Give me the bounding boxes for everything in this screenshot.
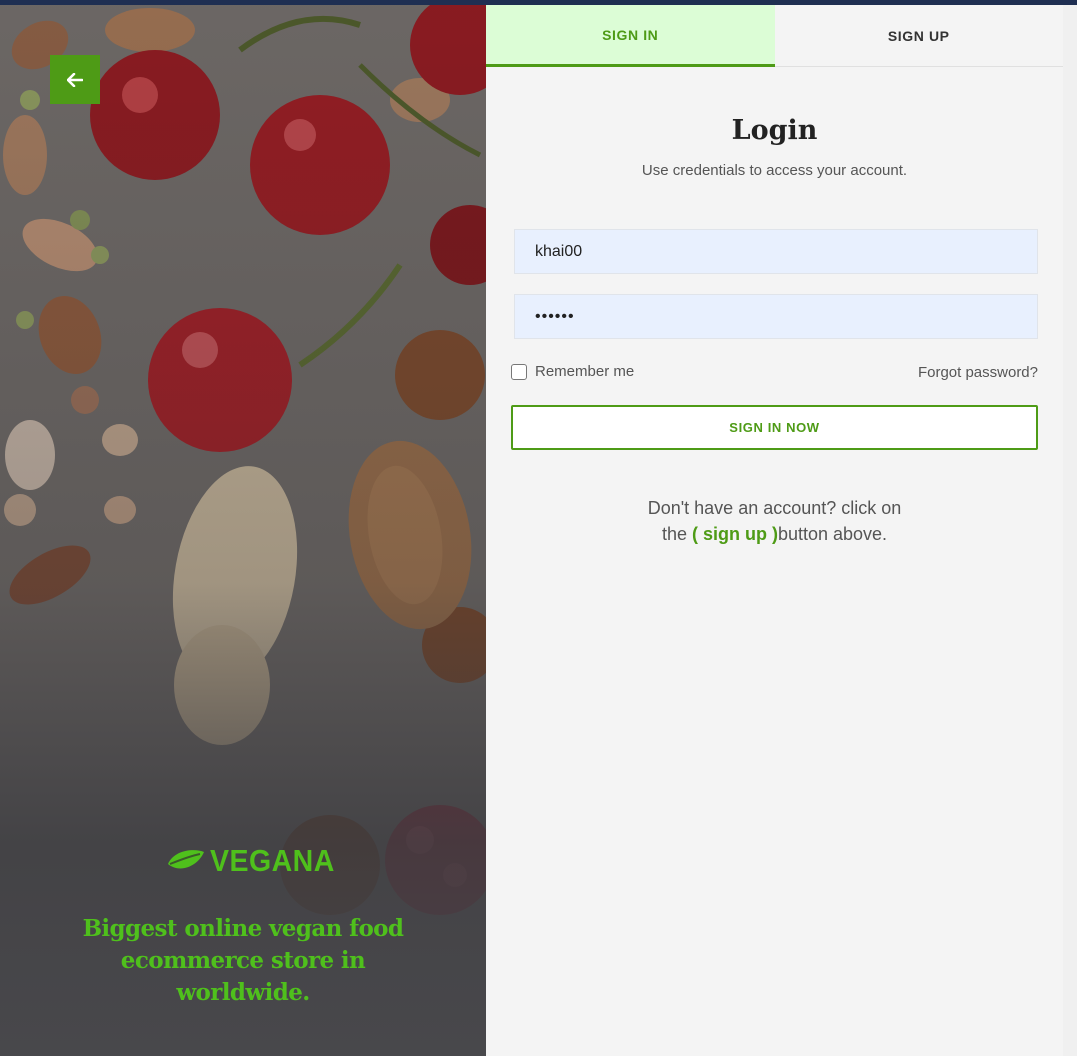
leaf-icon: [168, 850, 204, 869]
sign-in-button[interactable]: SIGN IN NOW: [511, 405, 1038, 450]
hero-overlay: [0, 5, 486, 1056]
signup-note-prefix: the: [661, 524, 692, 544]
signup-note: Don't have an account? click on the ( si…: [486, 495, 1063, 547]
page-title: Login: [731, 115, 818, 146]
password-input[interactable]: [514, 294, 1038, 339]
scrollbar-track[interactable]: [1063, 5, 1077, 1056]
arrow-left-icon: [67, 72, 83, 87]
auth-tabs: SIGN IN SIGN UP: [486, 5, 1063, 67]
signup-note-suffix: button above.: [777, 524, 888, 544]
auth-panel: SIGN IN SIGN UP Login Use credentials to…: [486, 5, 1063, 1056]
signup-note-line1: Don't have an account? click on: [647, 498, 902, 518]
hero-tagline: Biggest online vegan food ecommerce stor…: [82, 915, 404, 1006]
signup-note-line2: the ( sign up )button above.: [486, 521, 1063, 547]
sign-up-link[interactable]: ( sign up ): [692, 524, 778, 544]
forgot-password-link[interactable]: Forgot password?: [918, 364, 1038, 381]
remember-me-checkbox[interactable]: [511, 363, 527, 380]
hero-panel: VEGANA Biggest online vegan food ecommer…: [0, 5, 486, 1056]
remember-me-label: Remember me: [535, 363, 635, 380]
page-subtitle: Use credentials to access your account.: [641, 162, 908, 179]
tab-sign-up[interactable]: SIGN UP: [775, 5, 1064, 67]
logo-text: VEGANA: [210, 843, 335, 878]
tab-sign-in[interactable]: SIGN IN: [486, 5, 775, 67]
back-button[interactable]: [50, 55, 100, 104]
vegana-logo: VEGANA: [166, 843, 346, 879]
remember-me[interactable]: Remember me: [511, 363, 634, 380]
username-input[interactable]: [514, 229, 1038, 274]
